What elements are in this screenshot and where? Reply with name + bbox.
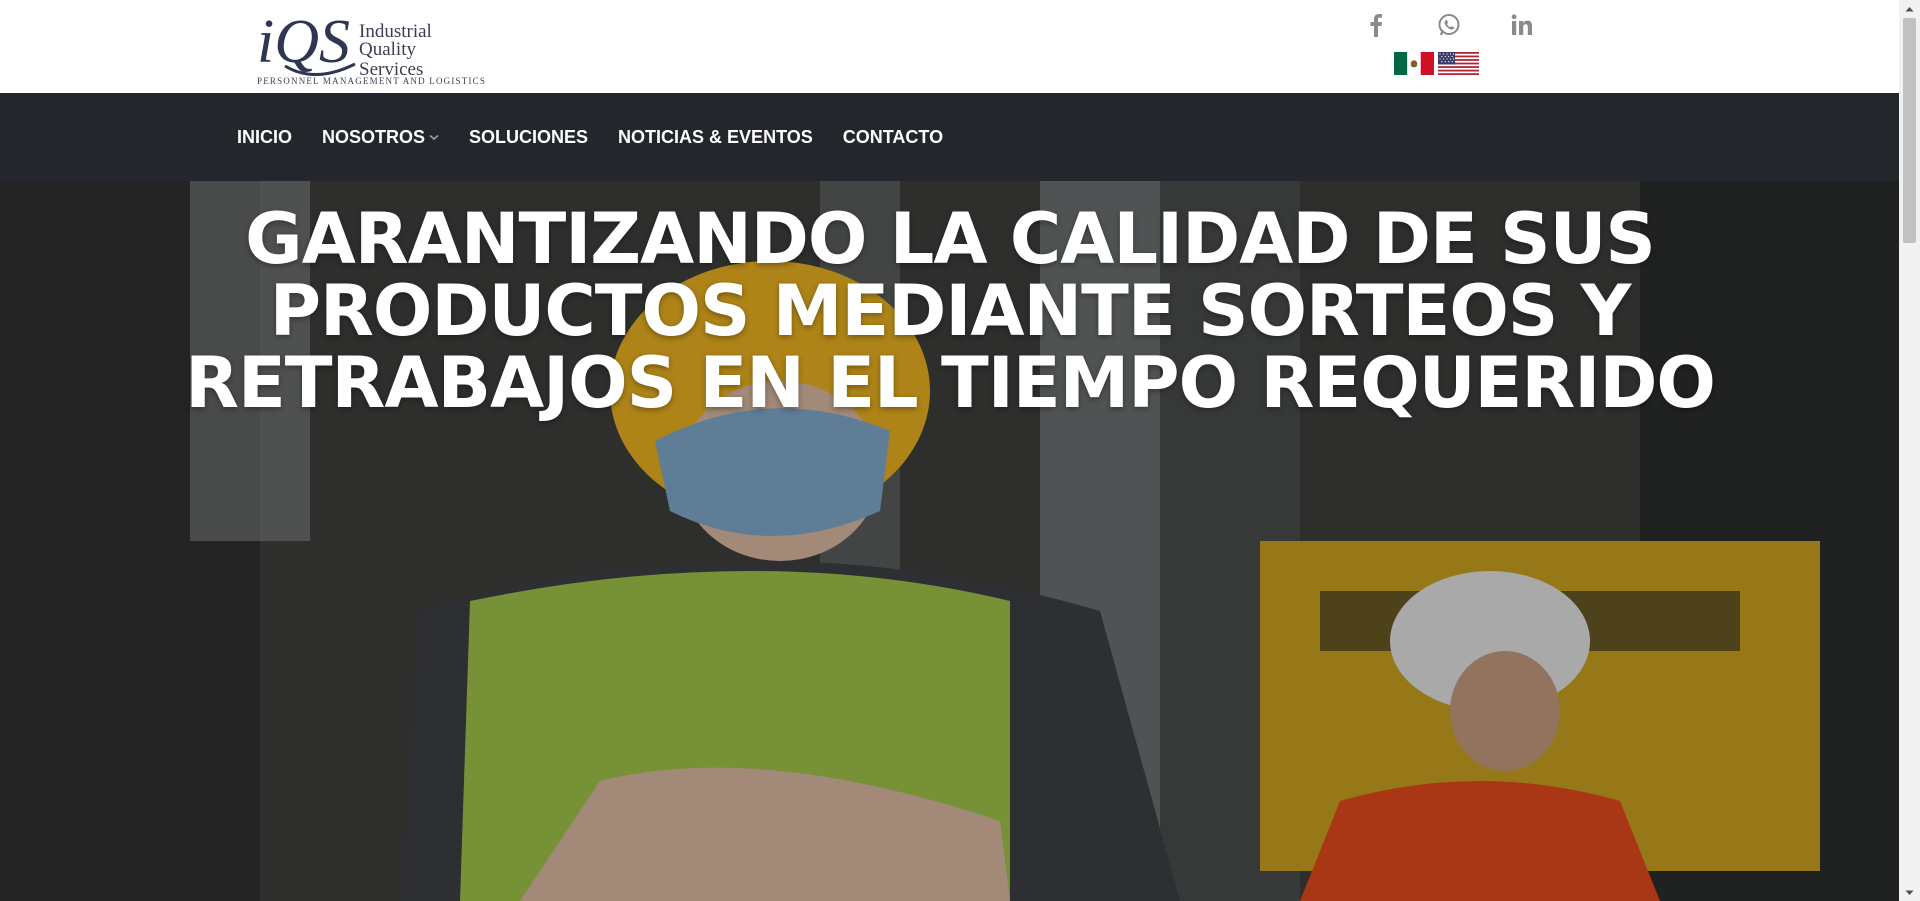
usa-flag[interactable]: [1438, 52, 1479, 75]
hero-banner: GARANTIZANDO LA CALIDAD DE SUS PRODUCTOS…: [0, 181, 1899, 901]
hero-headline-line3: RETRABAJOS EN EL TIEMPO REQUERIDO: [185, 342, 1716, 424]
nav-item-label: CONTACTO: [842, 126, 944, 147]
whatsapp-icon[interactable]: [1432, 8, 1466, 42]
nav-item-label: SOLUCIONES: [469, 126, 589, 147]
iqs-logo-mark: iQS: [257, 8, 356, 76]
mexico-flag[interactable]: [1394, 52, 1434, 75]
hero-headline-line2: PRODUCTOS MEDIANTE SORTEOS Y: [269, 270, 1632, 352]
scrollbar-thumb[interactable]: [1903, 18, 1916, 243]
scroll-down-arrow-icon[interactable]: [1899, 884, 1920, 901]
linkedin-icon[interactable]: [1505, 8, 1539, 42]
logo-name-line2: Quality Services: [359, 39, 424, 80]
facebook-icon[interactable]: [1359, 8, 1393, 42]
main-nav: INICIO NOSOTROS SOLUCIONES NOTICIAS & EV…: [237, 93, 973, 181]
nav-item-label: INICIO: [237, 126, 293, 147]
site-header: iQS Industrial Quality Services PERSONNE…: [0, 0, 1899, 93]
page-scrollbar[interactable]: [1899, 0, 1920, 901]
nav-item-label: NOTICIAS & EVENTOS: [618, 126, 813, 147]
nav-item-inicio[interactable]: INICIO: [237, 127, 292, 148]
logo-tagline: PERSONNEL MANAGEMENT AND LOGISTICS: [257, 76, 487, 86]
logo-mark-text: iQS: [257, 8, 350, 76]
hero-headline-line1: GARANTIZANDO LA CALIDAD DE SUS: [245, 198, 1656, 280]
nav-item-soluciones[interactable]: SOLUCIONES: [469, 127, 588, 148]
nav-item-label: NOSOTROS: [322, 126, 426, 147]
nav-item-noticias-eventos[interactable]: NOTICIAS & EVENTOS: [618, 127, 813, 148]
hero-headline: GARANTIZANDO LA CALIDAD DE SUS PRODUCTOS…: [60, 203, 1840, 419]
nav-item-nosotros[interactable]: NOSOTROS: [322, 127, 439, 148]
social-links: [1340, 8, 1540, 42]
scroll-up-arrow-icon[interactable]: [1899, 0, 1920, 17]
nav-item-contacto[interactable]: CONTACTO: [843, 127, 943, 148]
site-logo[interactable]: iQS Industrial Quality Services PERSONNE…: [255, 4, 485, 88]
main-navbar: INICIO NOSOTROS SOLUCIONES NOTICIAS & EV…: [0, 93, 1899, 181]
chevron-down-icon: [429, 134, 439, 141]
